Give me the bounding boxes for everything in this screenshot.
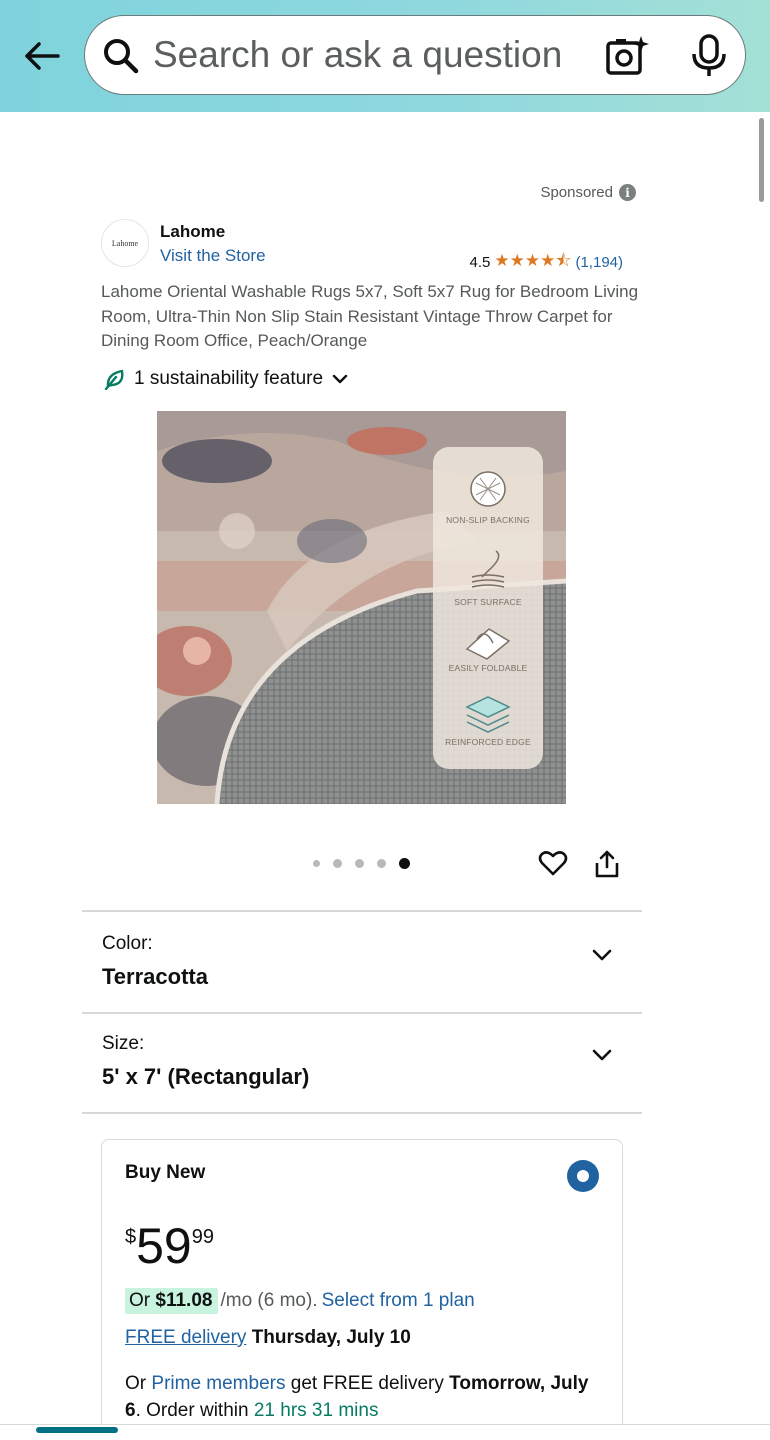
top-header	[0, 0, 770, 112]
divider	[82, 1112, 642, 1114]
rating-summary[interactable]: 4.5 ★★★★⯪ (1,194)	[470, 248, 623, 277]
microphone-icon[interactable]	[689, 34, 729, 78]
price-fraction: 99	[191, 1226, 214, 1248]
delivery-date: Thursday, July 10	[251, 1327, 411, 1348]
camera-sparkle-icon[interactable]	[605, 34, 649, 78]
size-label: Size:	[102, 1033, 145, 1054]
brand-name: Lahome	[160, 222, 226, 241]
fold-icon	[465, 628, 511, 660]
monthly-term: /mo (6 mo).	[220, 1290, 318, 1311]
chevron-down-icon	[332, 374, 348, 384]
heart-icon[interactable]	[538, 849, 568, 877]
feather-icon	[471, 550, 505, 588]
back-button[interactable]	[18, 32, 66, 80]
feature-nonslip: NON-SLIP BACKING	[446, 515, 530, 525]
carousel-dot[interactable]	[355, 859, 364, 868]
monthly-amount: $11.08	[155, 1290, 213, 1311]
nonslip-icon	[470, 471, 506, 507]
arrow-left-icon	[25, 42, 60, 70]
search-icon	[104, 39, 139, 74]
carousel-dot-active[interactable]	[399, 858, 410, 869]
feature-overlay-panel: NON-SLIP BACKING SOFT SURFACE EASILY FOL…	[433, 447, 543, 769]
info-icon[interactable]: i	[619, 184, 636, 201]
sponsored-text: Sponsored	[540, 184, 613, 201]
product-title[interactable]: Lahome Oriental Washable Rugs 5x7, Soft …	[101, 280, 641, 354]
sustainability-feature-toggle[interactable]: 1 sustainability feature	[104, 368, 349, 390]
share-icon[interactable]	[594, 849, 620, 879]
product-image[interactable]: NON-SLIP BACKING SOFT SURFACE EASILY FOL…	[157, 411, 566, 804]
visit-store-link[interactable]: Visit the Store	[160, 246, 266, 266]
leaf-icon	[104, 369, 124, 390]
sustainability-text: 1 sustainability feature	[134, 368, 324, 389]
carousel-dot[interactable]	[313, 860, 320, 867]
rating-value: 4.5	[469, 254, 491, 271]
search-bar[interactable]	[84, 15, 746, 95]
scrollbar[interactable]	[759, 118, 764, 202]
price: $ 59 99	[125, 1220, 214, 1272]
prime-delivery-info: Or Prime members get FREE delivery Tomor…	[125, 1370, 595, 1424]
delivery-info: FREE delivery Thursday, July 10	[125, 1327, 411, 1349]
chevron-down-icon[interactable]	[590, 1043, 614, 1067]
size-value: 5' x 7' (Rectangular)	[102, 1064, 310, 1089]
price-whole: 59	[136, 1218, 192, 1274]
star-rating-icon: ★★★★⯪	[494, 251, 572, 270]
rating-count[interactable]: (1,194)	[575, 254, 623, 271]
feature-edge: REINFORCED EDGE	[445, 737, 531, 747]
layers-icon	[465, 696, 511, 733]
monthly-highlight: Or $11.08	[125, 1288, 219, 1314]
monthly-payment: Or $11.08 /mo (6 mo). Select from 1 plan	[125, 1288, 475, 1314]
chevron-down-icon[interactable]	[590, 943, 614, 967]
prime-order: . Order within	[135, 1400, 249, 1421]
color-value: Terracotta	[102, 964, 208, 989]
free-delivery-link[interactable]: FREE delivery	[125, 1327, 246, 1348]
bottom-nav-active-indicator	[36, 1427, 118, 1433]
color-label: Color:	[102, 933, 153, 954]
prime-members-link[interactable]: Prime members	[151, 1373, 285, 1394]
feature-foldable: EASILY FOLDABLE	[448, 663, 528, 673]
search-input[interactable]	[153, 32, 593, 78]
brand-logo-text: Lahome	[111, 238, 139, 248]
carousel-dot[interactable]	[377, 859, 386, 868]
buy-new-radio[interactable]	[567, 1160, 599, 1192]
prime-text: get FREE delivery	[290, 1373, 444, 1394]
buy-new-option[interactable]: Buy New $ 59 99 Or $11.08 /mo (6 mo). Se…	[101, 1139, 623, 1440]
prime-or: Or	[125, 1373, 147, 1394]
sponsored-label[interactable]: Sponsored i	[540, 184, 636, 201]
buy-new-heading: Buy New	[125, 1162, 206, 1183]
order-countdown: 21 hrs 31 mins	[253, 1400, 379, 1421]
price-currency: $	[125, 1226, 137, 1248]
radio-dot	[577, 1170, 589, 1182]
brand-logo[interactable]: Lahome	[101, 219, 149, 267]
divider	[82, 1012, 642, 1014]
carousel-indicator	[313, 858, 410, 869]
select-plan-link[interactable]: Select from 1 plan	[322, 1290, 475, 1312]
divider	[82, 910, 642, 912]
carousel-dot[interactable]	[333, 859, 342, 868]
monthly-or: Or	[129, 1290, 151, 1311]
feature-soft: SOFT SURFACE	[454, 597, 522, 607]
